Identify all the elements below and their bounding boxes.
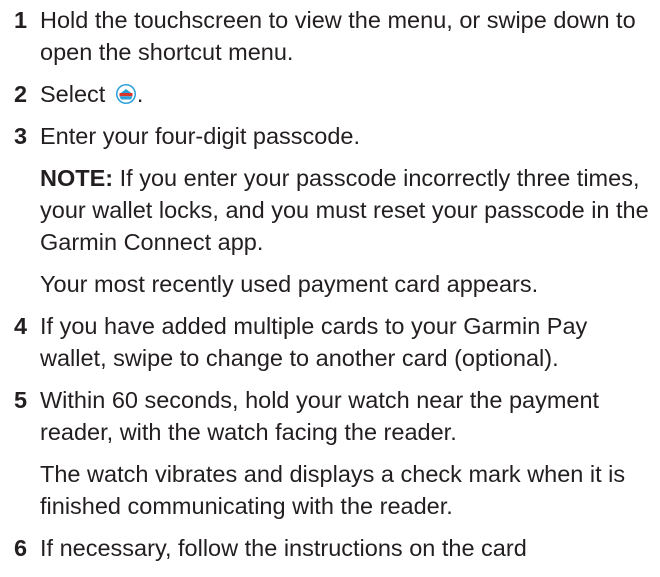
step-text-after: . [136,81,144,107]
note-label: NOTE: [40,165,114,191]
step-number: 1 [14,7,28,33]
step-number: 2 [14,81,28,107]
step-text-before: Select [40,81,106,107]
step-text: Enter your four-digit passcode. [40,123,361,149]
step-text: Hold the touchscreen to view the menu, o… [40,7,636,65]
step-result: Your most recently used payment card app… [40,271,539,297]
step-text: If you have added multiple cards to your… [40,313,588,371]
instruction-list: 1 Hold the touchscreen to view the menu,… [14,4,654,564]
step-6: 6 If necessary, follow the instructions … [14,532,654,564]
wallet-icon [115,81,137,104]
step-number: 5 [14,387,28,413]
step-text: Within 60 seconds, hold your watch near … [40,387,600,445]
note-text: If you enter your passcode incorrectly t… [40,165,649,255]
step-text: Select . [40,78,654,110]
step-number: 3 [14,123,28,149]
step-2: 2 Select . [14,78,654,110]
step-number: 4 [14,313,28,339]
step-text: If necessary, follow the instructions on… [40,535,527,561]
note: NOTE: If you enter your passcode incorre… [40,162,654,258]
step-result: The watch vibrates and displays a check … [40,461,626,519]
step-1: 1 Hold the touchscreen to view the menu,… [14,4,654,68]
step-5: 5 Within 60 seconds, hold your watch nea… [14,384,654,522]
step-3: 3 Enter your four-digit passcode. NOTE: … [14,120,654,300]
step-4: 4 If you have added multiple cards to yo… [14,310,654,374]
step-number: 6 [14,535,28,561]
